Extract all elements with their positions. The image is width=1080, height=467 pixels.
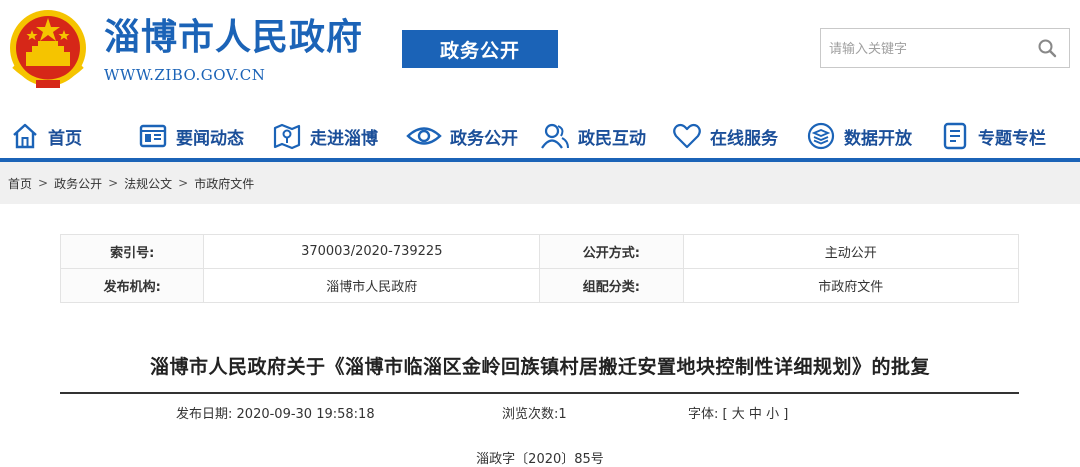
site-url[interactable]: WWW.ZIBO.GOV.CN	[104, 66, 265, 84]
publish-date: 发布日期: 2020-09-30 19:58:18	[176, 403, 375, 422]
nav-label-online-service: 在线服务	[710, 128, 778, 149]
nav-item-news[interactable]: 要闻动态	[138, 112, 244, 160]
nav-label-gov-affairs: 政务公开	[450, 128, 518, 149]
search-box	[820, 28, 1070, 68]
site-header: 淄博市人民政府 WWW.ZIBO.GOV.CN 政务公开	[0, 0, 1080, 100]
document-meta-table: 索引号: 370003/2020-739225 公开方式: 主动公开 发布机构:…	[59, 234, 1020, 303]
font-size-switcher: 字体: [ 大 中 小 ]	[688, 403, 788, 422]
nav-label-news: 要闻动态	[176, 128, 244, 149]
document-number: 淄政字〔2020〕85号	[476, 452, 604, 467]
nav-label-interaction: 政民互动	[578, 128, 646, 149]
main-nav: 首页 要闻动态 走进淄博 政务公开 政民互动 在线服务 数据开放 专题专栏	[0, 112, 1080, 160]
news-icon	[139, 124, 167, 148]
nav-item-special-topics[interactable]: 专题专栏	[940, 112, 1046, 160]
nav-label-open-data: 数据开放	[844, 128, 912, 149]
heart-icon	[673, 123, 701, 149]
article-info-row: 发布日期: 2020-09-30 19:58:18 浏览次数:1 字体: [ 大…	[0, 403, 1080, 423]
breadcrumb-regulations[interactable]: 法规公文	[124, 175, 172, 192]
nav-label-about-zibo: 走进淄博	[310, 128, 378, 149]
view-count-value: 1	[558, 407, 567, 422]
people-icon	[541, 123, 569, 149]
breadcrumb-separator: >	[178, 176, 189, 190]
site-title[interactable]: 淄博市人民政府	[104, 18, 363, 58]
font-size-close-bracket: ]	[783, 407, 789, 422]
document-icon	[943, 122, 967, 150]
breadcrumb-municipal-docs[interactable]: 市政府文件	[194, 175, 254, 192]
national-emblem-icon	[10, 10, 86, 88]
nav-item-open-data[interactable]: 数据开放	[806, 112, 912, 160]
nav-label-home: 首页	[48, 128, 82, 149]
nav-label-special-topics: 专题专栏	[978, 128, 1046, 149]
title-divider	[60, 392, 1019, 394]
article-title: 淄博市人民政府关于《淄博市临淄区金岭回族镇村居搬迁安置地块控制性详细规划》的批复	[149, 356, 930, 378]
font-size-small-button[interactable]: 小	[766, 407, 779, 422]
eye-icon	[406, 127, 442, 145]
issuer-label: 发布机构:	[59, 268, 205, 303]
view-count: 浏览次数:1	[502, 403, 567, 422]
publish-method-value: 主动公开	[682, 234, 1020, 269]
home-icon	[13, 123, 37, 149]
breadcrumb: 首页 > 政务公开 > 法规公文 > 市政府文件	[0, 162, 1080, 204]
layers-icon	[807, 122, 835, 150]
issuer-value: 淄博市人民政府	[203, 268, 541, 303]
nav-item-gov-affairs[interactable]: 政务公开	[406, 112, 518, 160]
publish-method-label: 公开方式:	[539, 234, 684, 269]
map-icon	[273, 123, 301, 150]
section-badge[interactable]: 政务公开	[402, 30, 558, 68]
breadcrumb-separator: >	[38, 176, 49, 190]
publish-date-value: 2020-09-30 19:58:18	[236, 407, 375, 422]
nav-item-interaction[interactable]: 政民互动	[540, 112, 646, 160]
nav-item-online-service[interactable]: 在线服务	[672, 112, 778, 160]
font-size-medium-button[interactable]: 中	[749, 407, 762, 422]
category-value: 市政府文件	[682, 268, 1020, 303]
font-size-large-button[interactable]: 大	[732, 407, 745, 422]
nav-item-about-zibo[interactable]: 走进淄博	[272, 112, 378, 160]
category-label: 组配分类:	[539, 268, 684, 303]
nav-item-home[interactable]: 首页	[10, 112, 82, 160]
view-count-label: 浏览次数:	[502, 407, 559, 422]
index-number-label: 索引号:	[59, 234, 205, 269]
table-row: 发布机构: 淄博市人民政府 组配分类: 市政府文件	[59, 268, 1020, 303]
font-size-open-bracket: [	[722, 407, 728, 422]
search-input[interactable]	[827, 35, 1021, 63]
index-number-value: 370003/2020-739225	[203, 234, 541, 269]
publish-date-label: 发布日期:	[176, 407, 233, 422]
search-icon[interactable]	[1037, 38, 1057, 58]
table-row: 索引号: 370003/2020-739225 公开方式: 主动公开	[59, 234, 1020, 269]
font-size-label: 字体:	[688, 407, 719, 422]
breadcrumb-separator: >	[108, 176, 119, 190]
breadcrumb-home[interactable]: 首页	[8, 175, 32, 192]
breadcrumb-gov-affairs[interactable]: 政务公开	[54, 175, 102, 192]
